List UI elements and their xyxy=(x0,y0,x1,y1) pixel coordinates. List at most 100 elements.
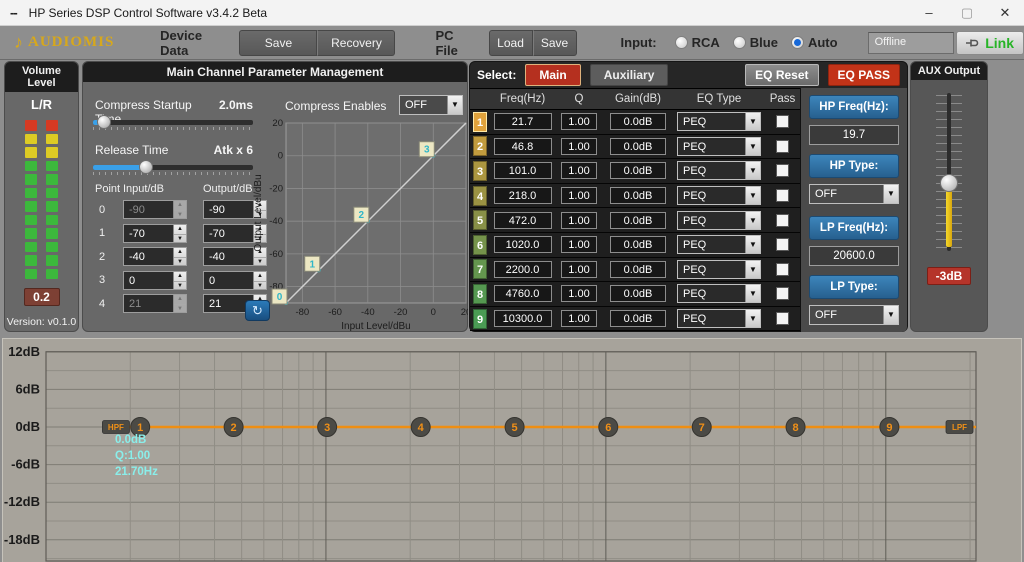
radio-blue[interactable] xyxy=(733,36,746,49)
freq-input[interactable]: 10300.0 xyxy=(494,310,552,327)
band-marker-3[interactable]: 3 xyxy=(318,418,337,437)
eq-type-dropdown[interactable]: PEQ▼ xyxy=(677,112,761,131)
band-number-badge[interactable]: 1 xyxy=(473,112,487,132)
radio-auto[interactable] xyxy=(791,36,804,49)
pass-checkbox[interactable] xyxy=(776,164,789,177)
gain-input[interactable]: 0.0dB xyxy=(610,236,666,253)
lp-type-dropdown[interactable]: OFF ▼ xyxy=(809,305,899,325)
slider-track[interactable] xyxy=(93,120,253,125)
gain-input[interactable]: 0.0dB xyxy=(610,162,666,179)
curve-point-marker-0[interactable]: 0 xyxy=(272,289,288,305)
q-input[interactable]: 1.00 xyxy=(561,187,597,204)
slider-handle[interactable] xyxy=(139,160,153,174)
input-spinner[interactable]: -70▲▼ xyxy=(123,224,187,243)
q-input[interactable]: 1.00 xyxy=(561,138,597,155)
pass-checkbox[interactable] xyxy=(776,189,789,202)
close-button[interactable]: ✕ xyxy=(986,0,1024,26)
band-number-badge[interactable]: 9 xyxy=(473,309,487,329)
device-save-button[interactable]: Save xyxy=(239,30,317,56)
slider-handle[interactable] xyxy=(97,115,111,129)
hp-freq-button[interactable]: HP Freq(Hz): xyxy=(809,95,899,119)
spinner-buttons[interactable]: ▲▼ xyxy=(173,225,186,242)
eq-type-dropdown[interactable]: PEQ▼ xyxy=(677,161,761,180)
chevron-down-icon[interactable]: ▼ xyxy=(745,113,760,130)
q-input[interactable]: 1.00 xyxy=(561,236,597,253)
gain-input[interactable]: 0.0dB xyxy=(610,261,666,278)
band-marker-4[interactable]: 4 xyxy=(411,418,430,437)
freq-input[interactable]: 2200.0 xyxy=(494,261,552,278)
lpf-marker[interactable]: LPF xyxy=(946,421,973,434)
band-marker-6[interactable]: 6 xyxy=(599,418,618,437)
spinner-buttons[interactable]: ▲▼ xyxy=(173,272,186,289)
pass-checkbox[interactable] xyxy=(776,140,789,153)
pass-checkbox[interactable] xyxy=(776,238,789,251)
band-number-badge[interactable]: 7 xyxy=(473,259,487,279)
band-number-badge[interactable]: 4 xyxy=(473,186,487,206)
hp-type-button[interactable]: HP Type: xyxy=(809,154,899,178)
lp-freq-field[interactable]: 20600.0 xyxy=(809,246,899,266)
input-spinner[interactable]: -40▲▼ xyxy=(123,247,187,266)
q-input[interactable]: 1.00 xyxy=(561,285,597,302)
fader-handle[interactable] xyxy=(940,174,958,192)
eq-reset-button[interactable]: EQ Reset xyxy=(745,64,818,86)
gain-input[interactable]: 0.0dB xyxy=(610,187,666,204)
compress-enables-dropdown[interactable]: OFF ▼ xyxy=(399,95,463,115)
band-number-badge[interactable]: 2 xyxy=(473,136,487,156)
freq-input[interactable]: 101.0 xyxy=(494,162,552,179)
spin-down-icon[interactable]: ▼ xyxy=(174,258,186,267)
band-marker-8[interactable]: 8 xyxy=(786,418,805,437)
hp-freq-field[interactable]: 19.7 xyxy=(809,125,899,145)
chevron-down-icon[interactable]: ▼ xyxy=(883,306,898,324)
chevron-down-icon[interactable]: ▼ xyxy=(745,236,760,253)
gain-input[interactable]: 0.0dB xyxy=(610,113,666,130)
chevron-down-icon[interactable]: ▼ xyxy=(745,187,760,204)
maximize-button[interactable]: ▢ xyxy=(948,0,986,26)
startup-time-slider[interactable] xyxy=(93,115,253,131)
pass-checkbox[interactable] xyxy=(776,214,789,227)
connection-status-field[interactable]: Offline xyxy=(868,32,955,54)
gain-input[interactable]: 0.0dB xyxy=(610,212,666,229)
eq-type-dropdown[interactable]: PEQ▼ xyxy=(677,260,761,279)
eq-type-dropdown[interactable]: PEQ▼ xyxy=(677,309,761,328)
band-number-badge[interactable]: 6 xyxy=(473,235,487,255)
q-input[interactable]: 1.00 xyxy=(561,113,597,130)
band-marker-5[interactable]: 5 xyxy=(505,418,524,437)
freq-input[interactable]: 1020.0 xyxy=(494,236,552,253)
lp-type-button[interactable]: LP Type: xyxy=(809,275,899,299)
gain-input[interactable]: 0.0dB xyxy=(610,310,666,327)
spinner-buttons[interactable]: ▲▼ xyxy=(173,248,186,265)
eq-type-dropdown[interactable]: PEQ▼ xyxy=(677,284,761,303)
spin-down-icon[interactable]: ▼ xyxy=(174,282,186,291)
q-input[interactable]: 1.00 xyxy=(561,162,597,179)
hp-type-dropdown[interactable]: OFF ▼ xyxy=(809,184,899,204)
gain-input[interactable]: 0.0dB xyxy=(610,285,666,302)
freq-input[interactable]: 4760.0 xyxy=(494,285,552,302)
band-marker-2[interactable]: 2 xyxy=(224,418,243,437)
pass-checkbox[interactable] xyxy=(776,263,789,276)
q-input[interactable]: 1.00 xyxy=(561,261,597,278)
spin-up-icon[interactable]: ▲ xyxy=(174,272,186,282)
pass-checkbox[interactable] xyxy=(776,115,789,128)
band-number-badge[interactable]: 3 xyxy=(473,161,487,181)
freq-input[interactable]: 46.8 xyxy=(494,138,552,155)
chevron-down-icon[interactable]: ▼ xyxy=(745,285,760,302)
lp-freq-button[interactable]: LP Freq(Hz): xyxy=(809,216,899,240)
q-input[interactable]: 1.00 xyxy=(561,212,597,229)
spin-up-icon[interactable]: ▲ xyxy=(174,248,186,258)
chevron-down-icon[interactable]: ▼ xyxy=(745,261,760,278)
device-recovery-button[interactable]: Recovery xyxy=(317,30,395,56)
chevron-down-icon[interactable]: ▼ xyxy=(745,310,760,327)
chevron-down-icon[interactable]: ▼ xyxy=(883,185,898,203)
curve-point-marker-3[interactable]: 3 xyxy=(419,142,435,158)
eq-pass-button[interactable]: EQ PASS xyxy=(828,64,900,86)
curve-point-marker-1[interactable]: 1 xyxy=(305,256,321,272)
eq-type-dropdown[interactable]: PEQ▼ xyxy=(677,235,761,254)
spin-down-icon[interactable]: ▼ xyxy=(174,235,186,244)
freq-input[interactable]: 218.0 xyxy=(494,187,552,204)
gain-input[interactable]: 0.0dB xyxy=(610,138,666,155)
pc-save-button[interactable]: Save xyxy=(533,30,577,56)
q-input[interactable]: 1.00 xyxy=(561,310,597,327)
chevron-down-icon[interactable]: ▼ xyxy=(745,162,760,179)
eq-type-dropdown[interactable]: PEQ▼ xyxy=(677,186,761,205)
radio-rca[interactable] xyxy=(675,36,688,49)
